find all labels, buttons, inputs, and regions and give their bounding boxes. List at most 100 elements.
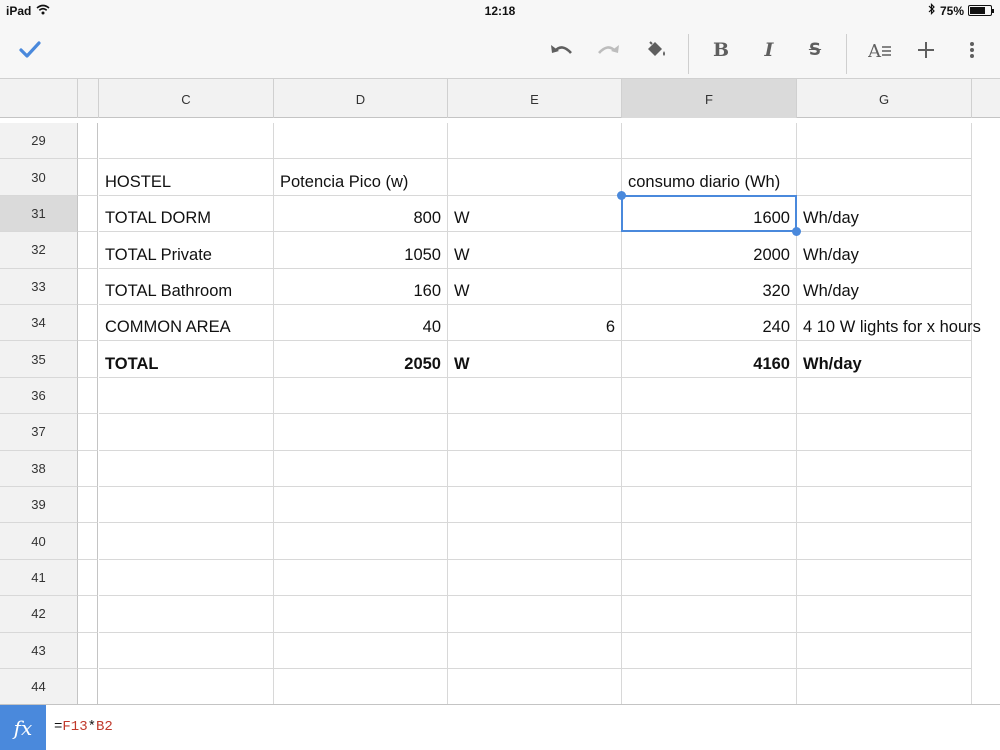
cell-g29[interactable] xyxy=(797,123,972,160)
row-header[interactable]: 34 xyxy=(0,305,78,342)
cell-g43[interactable] xyxy=(797,632,972,669)
cell-c35[interactable]: TOTAL xyxy=(99,341,274,378)
column-header-f[interactable]: F xyxy=(622,79,797,119)
cell-g40[interactable] xyxy=(797,523,972,560)
cell-c29[interactable] xyxy=(99,123,274,160)
row-header[interactable]: 38 xyxy=(0,450,78,487)
cell-d42[interactable] xyxy=(274,596,448,633)
row-header[interactable]: 33 xyxy=(0,268,78,305)
cell-d36[interactable] xyxy=(274,377,448,415)
cell-f43[interactable] xyxy=(622,632,797,669)
cell-e35[interactable]: W xyxy=(448,341,622,378)
row-header[interactable]: 32 xyxy=(0,232,78,269)
cell-g33[interactable]: Wh/day xyxy=(797,268,972,305)
paint-bucket-icon[interactable] xyxy=(638,22,674,78)
row-header[interactable]: 41 xyxy=(0,559,78,597)
column-header-d[interactable]: D xyxy=(274,79,448,119)
cell-c30[interactable]: HOSTEL xyxy=(99,159,274,196)
cell-c41[interactable] xyxy=(99,559,274,597)
cell-c38[interactable] xyxy=(99,450,274,487)
formula-input[interactable]: =F13*B2 xyxy=(54,719,113,735)
cell-e34[interactable]: 6 xyxy=(448,305,622,342)
row-header[interactable]: 44 xyxy=(0,669,78,704)
cell-g34[interactable]: 4 10 W lights for x hours xyxy=(797,305,981,342)
cell-e40[interactable] xyxy=(448,523,622,560)
corner-cell[interactable] xyxy=(0,79,78,119)
cell-e31[interactable]: W xyxy=(448,195,622,233)
fx-icon[interactable]: fx xyxy=(0,705,46,750)
cell-e29[interactable] xyxy=(448,123,622,160)
row-header[interactable]: 36 xyxy=(0,377,78,415)
cell-f38[interactable] xyxy=(622,450,797,487)
strikethrough-button[interactable]: S xyxy=(798,22,832,78)
cell-d35[interactable]: 2050 xyxy=(274,341,448,378)
more-vertical-icon[interactable] xyxy=(958,22,986,78)
row-header[interactable]: 29 xyxy=(0,123,78,160)
cell-e38[interactable] xyxy=(448,450,622,487)
row-header[interactable]: 43 xyxy=(0,632,78,669)
cell-g41[interactable] xyxy=(797,559,972,597)
cell-e42[interactable] xyxy=(448,596,622,633)
cell-d33[interactable]: 160 xyxy=(274,268,448,305)
cell-c36[interactable] xyxy=(99,377,274,415)
checkmark-icon[interactable] xyxy=(10,22,50,78)
cell-f30[interactable]: consumo diario (Wh) xyxy=(622,159,797,196)
cell-c32[interactable]: TOTAL Private xyxy=(99,232,274,269)
cell-g36[interactable] xyxy=(797,377,972,415)
cell-f36[interactable] xyxy=(622,377,797,415)
bold-button[interactable]: B xyxy=(704,22,738,78)
row-header[interactable]: 31 xyxy=(0,195,78,233)
cell-d34[interactable]: 40 xyxy=(274,305,448,342)
cell-g42[interactable] xyxy=(797,596,972,633)
cell-g38[interactable] xyxy=(797,450,972,487)
cell-c40[interactable] xyxy=(99,523,274,560)
cell-d38[interactable] xyxy=(274,450,448,487)
cell-d41[interactable] xyxy=(274,559,448,597)
cell-c34[interactable]: COMMON AREA xyxy=(99,305,274,342)
cell-f41[interactable] xyxy=(622,559,797,597)
cell-d29[interactable] xyxy=(274,123,448,160)
cell-d43[interactable] xyxy=(274,632,448,669)
cell-g32[interactable]: Wh/day xyxy=(797,232,972,269)
cell-f31[interactable]: 1600 xyxy=(622,195,797,233)
row-header[interactable]: 35 xyxy=(0,341,78,378)
row-header[interactable]: 40 xyxy=(0,523,78,560)
cell-f33[interactable]: 320 xyxy=(622,268,797,305)
cell-c42[interactable] xyxy=(99,596,274,633)
cell-e36[interactable] xyxy=(448,377,622,415)
cell-f44[interactable] xyxy=(622,669,797,704)
cell-d31[interactable]: 800 xyxy=(274,195,448,233)
cell-e37[interactable] xyxy=(448,414,622,451)
cell-e44[interactable] xyxy=(448,669,622,704)
column-header-g[interactable]: G xyxy=(797,79,972,119)
cell-f35[interactable]: 4160 xyxy=(622,341,797,378)
cell-g44[interactable] xyxy=(797,669,972,704)
cell-e39[interactable] xyxy=(448,487,622,524)
cell-d37[interactable] xyxy=(274,414,448,451)
cell-g31[interactable]: Wh/day xyxy=(797,195,972,233)
cell-c39[interactable] xyxy=(99,487,274,524)
cell-e33[interactable]: W xyxy=(448,268,622,305)
cell-f32[interactable]: 2000 xyxy=(622,232,797,269)
row-header[interactable]: 37 xyxy=(0,414,78,451)
cell-e43[interactable] xyxy=(448,632,622,669)
cell-d30[interactable]: Potencia Pico (w) xyxy=(274,159,448,196)
italic-button[interactable]: I xyxy=(752,22,786,78)
cell-g37[interactable] xyxy=(797,414,972,451)
cell-e30[interactable] xyxy=(448,159,622,196)
cell-e41[interactable] xyxy=(448,559,622,597)
cell-g30[interactable] xyxy=(797,159,972,196)
cell-c31[interactable]: TOTAL DORM xyxy=(99,195,274,233)
cell-c44[interactable] xyxy=(99,669,274,704)
cell-d39[interactable] xyxy=(274,487,448,524)
cell-c33[interactable]: TOTAL Bathroom xyxy=(99,268,274,305)
column-header-e[interactable]: E xyxy=(448,79,622,119)
cell-d44[interactable] xyxy=(274,669,448,704)
cell-e32[interactable]: W xyxy=(448,232,622,269)
cell-d32[interactable]: 1050 xyxy=(274,232,448,269)
selection-handle-top-left[interactable] xyxy=(617,190,626,200)
cell-d40[interactable] xyxy=(274,523,448,560)
cell-f39[interactable] xyxy=(622,487,797,524)
text-format-icon[interactable]: A xyxy=(864,22,896,78)
column-header-c[interactable]: C xyxy=(99,79,274,119)
